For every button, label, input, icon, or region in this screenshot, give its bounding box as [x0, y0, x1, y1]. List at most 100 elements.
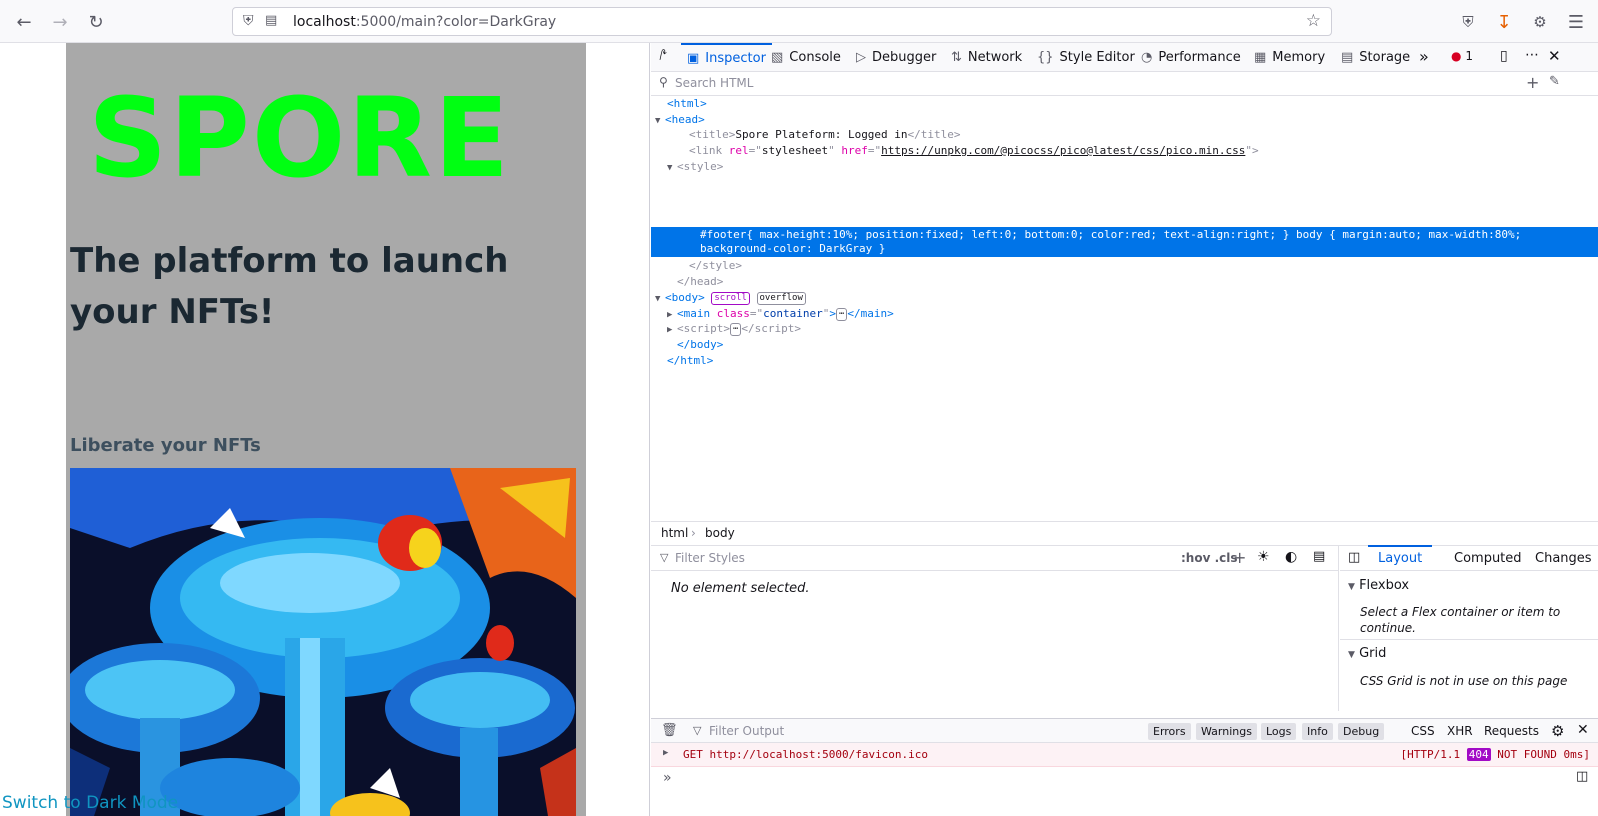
- filter-warnings[interactable]: Warnings: [1196, 723, 1257, 740]
- tab-style-editor[interactable]: {} Style Editor: [1037, 43, 1135, 72]
- print-media-icon[interactable]: ▤: [1313, 549, 1325, 564]
- expand-twisty-icon[interactable]: ▼: [655, 113, 665, 129]
- tab-debugger[interactable]: ▷ Debugger: [856, 43, 936, 72]
- ellipsis-badge[interactable]: ⋯: [835, 307, 848, 321]
- grid-section-header[interactable]: ▼ Grid: [1348, 646, 1386, 661]
- html-tree: <html> ▼ <head> <title>Spore Plateform: L…: [651, 96, 1598, 516]
- expand-twisty-icon[interactable]: ▼: [667, 160, 677, 176]
- tree-node-script[interactable]: ▶ <script> ⋯ </script>: [667, 321, 801, 337]
- tree-node-style[interactable]: ▼ <style>: [667, 159, 723, 175]
- style-editor-icon: {}: [1037, 50, 1054, 65]
- console-settings-icon[interactable]: ⚙: [1551, 722, 1564, 740]
- eyedropper-icon[interactable]: ✎: [1549, 74, 1560, 89]
- filter-requests[interactable]: Requests: [1484, 724, 1539, 738]
- filter-debug[interactable]: Debug: [1338, 723, 1385, 740]
- tree-node-link[interactable]: <link rel="stylesheet" href="https://unp…: [689, 143, 1259, 159]
- tab-computed[interactable]: Computed: [1454, 551, 1522, 566]
- filter-info[interactable]: Info: [1302, 723, 1333, 740]
- error-url[interactable]: http://localhost:5000/favicon.ico: [710, 748, 929, 761]
- extensions-icon[interactable]: ⚙: [1526, 8, 1554, 36]
- forward-icon[interactable]: →: [46, 8, 74, 36]
- close-console-icon[interactable]: ✕: [1577, 722, 1589, 738]
- toggle-sidebar-icon[interactable]: ◫: [1348, 550, 1360, 565]
- filter-output-input[interactable]: Filter Output: [709, 724, 784, 738]
- tree-node-head[interactable]: ▼ <head>: [655, 112, 705, 128]
- tab-changes[interactable]: Changes: [1535, 551, 1592, 566]
- breadcrumb-body[interactable]: body: [705, 526, 735, 540]
- status-suffix: NOT FOUND 0ms]: [1497, 748, 1590, 761]
- page-info-icon[interactable]: ▤: [265, 13, 277, 28]
- tree-node-title[interactable]: <title>Spore Plateform: Logged in</title…: [689, 127, 961, 143]
- rules-toolbar: ▽ Filter Styles :hov .cls + ☀ ◐ ▤: [651, 546, 1339, 571]
- error-request: GET http://localhost:5000/favicon.ico: [683, 748, 928, 761]
- filter-styles-input[interactable]: Filter Styles: [675, 551, 745, 565]
- download-icon[interactable]: ↧: [1490, 8, 1518, 36]
- scroll-badge[interactable]: scroll: [711, 291, 750, 305]
- trash-icon[interactable]: 🗑: [661, 723, 678, 738]
- menu-icon[interactable]: ☰: [1562, 8, 1590, 36]
- hov-cls-toggle[interactable]: :hov .cls: [1181, 551, 1238, 565]
- filter-xhr[interactable]: XHR: [1447, 724, 1473, 738]
- light-scheme-icon[interactable]: ☀: [1257, 549, 1270, 565]
- grid-message: CSS Grid is not in use on this page: [1360, 674, 1568, 688]
- search-html-input[interactable]: Search HTML: [675, 76, 753, 90]
- tab-storage[interactable]: ▤ Storage: [1341, 43, 1410, 72]
- expand-arrow-icon[interactable]: ▶: [663, 748, 668, 758]
- tree-node-body[interactable]: ▼ <body> scroll overflow: [655, 290, 806, 306]
- error-badge[interactable]: ● 1: [1451, 49, 1473, 63]
- selected-style-text-node[interactable]: #footer{ max-height:10%; position:fixed;…: [651, 227, 1598, 257]
- tab-memory[interactable]: ▦ Memory: [1254, 43, 1325, 72]
- url-text[interactable]: localhost:5000/main?color=DarkGray: [293, 14, 556, 30]
- pocket-icon[interactable]: ⛨: [1454, 8, 1482, 36]
- tree-close-body: </body>: [677, 338, 724, 351]
- expand-twisty-icon[interactable]: ▼: [655, 291, 665, 307]
- devtools-panel: ⭚ ▣ Inspector ▧ Console ▷ Debugger ⇅ Network…: [651, 43, 1598, 816]
- chevron-down-icon: ▼: [1348, 650, 1355, 660]
- more-tabs-icon[interactable]: »: [1419, 47, 1429, 66]
- reload-icon[interactable]: ↻: [82, 8, 110, 36]
- error-icon: ●: [1451, 49, 1462, 63]
- breadcrumb-html[interactable]: html: [661, 526, 688, 540]
- tab-layout[interactable]: Layout: [1378, 551, 1422, 566]
- mushroom-artwork: [70, 468, 576, 816]
- url-bar[interactable]: ⛨ ▤ localhost:5000/main?color=DarkGray ☆: [232, 7, 1332, 36]
- tree-close-head: </head>: [677, 275, 724, 288]
- tab-performance[interactable]: ◔ Performance: [1141, 43, 1241, 72]
- tab-label: Style Editor: [1059, 50, 1135, 65]
- close-devtools-icon[interactable]: ✕: [1548, 47, 1561, 65]
- tab-inspector[interactable]: ▣ Inspector: [681, 43, 772, 72]
- element-picker-icon[interactable]: ⭚: [659, 48, 667, 64]
- add-node-icon[interactable]: +: [1526, 73, 1539, 92]
- options-menu-icon[interactable]: ⋯: [1525, 47, 1539, 63]
- link-href[interactable]: https://unpkg.com/@picocss/pico@latest/c…: [881, 144, 1245, 157]
- filter-errors[interactable]: Errors: [1148, 723, 1191, 740]
- ellipsis-badge[interactable]: ⋯: [729, 322, 742, 336]
- tab-console[interactable]: ▧ Console: [771, 43, 841, 72]
- tree-node-main[interactable]: ▶ <main class="container"> ⋯ </main>: [667, 306, 894, 322]
- bookmark-star-icon[interactable]: ☆: [1306, 11, 1321, 31]
- shield-icon[interactable]: ⛨: [243, 13, 254, 29]
- page-headline: The platform to launch your NFTs!: [70, 241, 509, 332]
- split-console-icon[interactable]: ◫: [1576, 769, 1588, 784]
- tab-label: Debugger: [872, 50, 937, 65]
- add-rule-icon[interactable]: +: [1233, 548, 1246, 567]
- layout-sidebar: ◫ Layout Computed Changes ▼ Flexbox Sele…: [1340, 545, 1598, 711]
- flexbox-section-header[interactable]: ▼ Flexbox: [1348, 578, 1409, 593]
- nft-image: [70, 468, 576, 816]
- tab-network[interactable]: ⇅ Network: [951, 43, 1022, 72]
- overflow-badge[interactable]: overflow: [756, 291, 806, 305]
- responsive-design-icon[interactable]: ▯: [1500, 48, 1508, 64]
- dark-mode-link[interactable]: Switch to Dark Mode: [2, 793, 178, 813]
- console-error-message[interactable]: ▶ GET http://localhost:5000/favicon.ico …: [651, 743, 1598, 767]
- dark-scheme-icon[interactable]: ◐: [1285, 549, 1297, 565]
- console-prompt-icon[interactable]: »: [663, 770, 672, 786]
- page-body: SPORE The platform to launch your NFTs! …: [66, 43, 586, 816]
- collapsed-twisty-icon[interactable]: ▶: [667, 322, 677, 338]
- filter-logs[interactable]: Logs: [1261, 723, 1297, 740]
- filter-icon: ▽: [660, 551, 669, 564]
- tree-node-html[interactable]: <html>: [667, 96, 707, 112]
- filter-css[interactable]: CSS: [1411, 724, 1435, 738]
- filter-icon: ▽: [693, 724, 702, 737]
- back-icon[interactable]: ←: [10, 8, 38, 36]
- search-html-bar[interactable]: ⚲ Search HTML + ✎: [651, 72, 1598, 96]
